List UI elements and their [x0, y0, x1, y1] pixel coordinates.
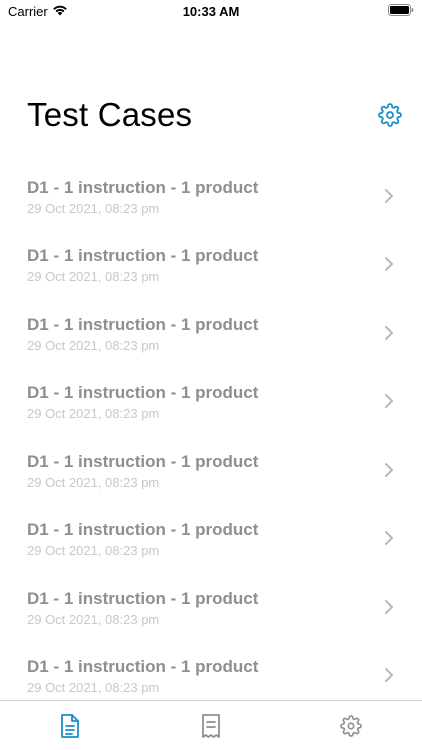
chevron-right-icon: [385, 531, 393, 545]
chevron-right-icon: [385, 189, 393, 203]
chevron-right-icon: [385, 600, 393, 614]
chevron-right-icon: [385, 326, 393, 340]
item-date: 29 Oct 2021, 08:23 pm: [27, 475, 160, 490]
item-title: D1 - 1 instruction - 1 product: [27, 520, 259, 539]
clock-label: 10:33 AM: [182, 4, 240, 19]
list-item[interactable]: D1 - 1 instruction - 1 product 29 Oct 20…: [0, 503, 422, 571]
item-date: 29 Oct 2021, 08:23 pm: [27, 338, 160, 353]
item-date: 29 Oct 2021, 08:23 pm: [27, 543, 160, 558]
item-date: 29 Oct 2021, 08:23 pm: [27, 201, 160, 216]
chevron-right-icon: [385, 463, 393, 477]
list-item[interactable]: D1 - 1 instruction - 1 product 29 Oct 20…: [0, 229, 422, 297]
document-icon: [61, 714, 79, 738]
item-title: D1 - 1 instruction - 1 product: [27, 452, 259, 471]
list-item[interactable]: D1 - 1 instruction - 1 product 29 Oct 20…: [0, 640, 422, 700]
item-title: D1 - 1 instruction - 1 product: [27, 315, 259, 334]
gear-icon: [378, 103, 402, 127]
list-item[interactable]: D1 - 1 instruction - 1 product 29 Oct 20…: [0, 572, 422, 640]
item-title: D1 - 1 instruction - 1 product: [27, 383, 259, 402]
tab-settings[interactable]: [339, 713, 363, 739]
page-title: Test Cases: [27, 96, 193, 133]
item-title: D1 - 1 instruction - 1 product: [27, 657, 259, 676]
item-title: D1 - 1 instruction - 1 product: [27, 246, 259, 265]
chevron-right-icon: [385, 257, 393, 271]
test-case-list: D1 - 1 instruction - 1 product 29 Oct 20…: [0, 150, 422, 700]
gear-icon: [340, 715, 362, 737]
item-date: 29 Oct 2021, 08:23 pm: [27, 612, 160, 627]
item-date: 29 Oct 2021, 08:23 pm: [27, 680, 160, 695]
list-item[interactable]: D1 - 1 instruction - 1 product 29 Oct 20…: [0, 366, 422, 434]
item-title: D1 - 1 instruction - 1 product: [27, 589, 259, 608]
tab-test-cases[interactable]: [58, 713, 82, 739]
list-item[interactable]: D1 - 1 instruction - 1 product 29 Oct 20…: [0, 435, 422, 503]
item-title: D1 - 1 instruction - 1 product: [27, 178, 259, 197]
item-date: 29 Oct 2021, 08:23 pm: [27, 406, 160, 421]
tab-bar: [0, 700, 422, 750]
tab-receipts[interactable]: [199, 713, 223, 739]
battery-icon: [388, 4, 414, 16]
receipt-icon: [202, 714, 220, 738]
item-date: 29 Oct 2021, 08:23 pm: [27, 269, 160, 284]
list-item[interactable]: D1 - 1 instruction - 1 product 29 Oct 20…: [0, 161, 422, 229]
chevron-right-icon: [385, 668, 393, 682]
list-item[interactable]: D1 - 1 instruction - 1 product 29 Oct 20…: [0, 298, 422, 366]
settings-button[interactable]: [377, 102, 403, 128]
status-bar: Carrier 10:33 AM: [0, 0, 422, 24]
chevron-right-icon: [385, 394, 393, 408]
